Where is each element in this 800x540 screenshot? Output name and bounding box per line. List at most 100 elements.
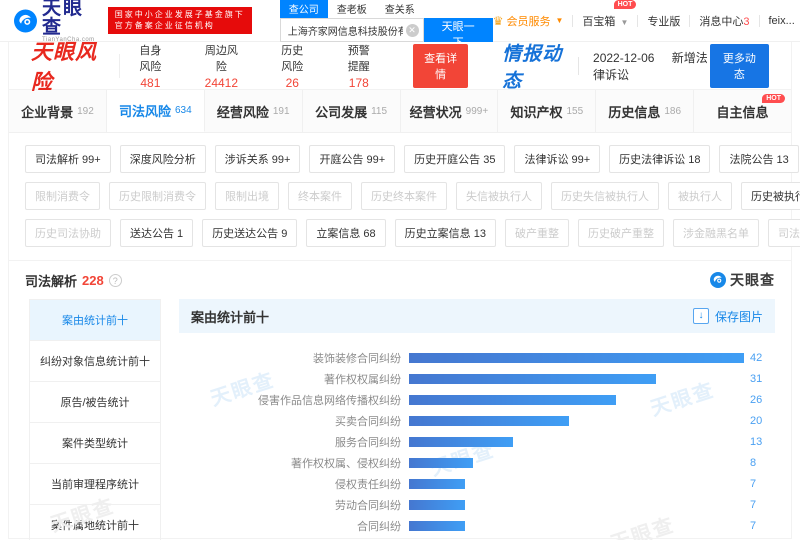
main-tab[interactable]: 企业背景 192	[9, 90, 107, 132]
filter-tag[interactable]: 限制出境	[215, 182, 279, 210]
sidebar-item[interactable]: 案由统计前十	[30, 300, 160, 341]
bar-row: 著作权权属、侵权纠纷 8	[179, 452, 775, 473]
filter-tag[interactable]: 失信被执行人	[456, 182, 542, 210]
filter-tag[interactable]: 历史开庭公告 35	[404, 145, 505, 173]
sidebar-item[interactable]: 原告/被告统计	[30, 382, 160, 423]
bar[interactable]	[409, 500, 465, 510]
tab-count: 634	[175, 105, 192, 116]
filter-tag[interactable]: 深度风险分析	[120, 145, 206, 173]
search-tab[interactable]: 查老板	[328, 0, 376, 18]
chart-title: 案由统计前十	[191, 307, 269, 326]
filter-tag[interactable]: 历史送达公告 9	[202, 219, 297, 247]
bar-row: 劳动合同纠纷 7	[179, 494, 775, 515]
risk-stat-value: 26	[280, 76, 305, 90]
filter-tag[interactable]: 立案信息 68	[306, 219, 385, 247]
news-date: 2022-12-06	[593, 51, 654, 65]
divider	[689, 15, 690, 27]
user-account-link[interactable]: feix... ▼	[769, 15, 800, 27]
risk-stat-label: 自身风险	[138, 42, 163, 74]
main-tab[interactable]: 司法风险 634	[107, 90, 205, 132]
vip-label: 会员服务	[506, 13, 550, 29]
filter-tag[interactable]: 涉金融黑名单	[673, 219, 759, 247]
bar-row: 装饰装修合同纠纷 42	[179, 347, 775, 368]
intel-logo: 情报动态	[502, 39, 564, 93]
bar-value-label: 20	[750, 415, 762, 427]
main-tab[interactable]: 经营风险 191	[205, 90, 303, 132]
message-count-badge: 3	[743, 16, 749, 28]
tianyancha-eye-icon	[14, 8, 37, 34]
filter-tag[interactable]: 限制消费令	[25, 182, 100, 210]
filter-tag-zone: 司法解析 99+ 深度风险分析 涉诉关系 99+ 开庭公告 99+ 历史开庭公告…	[9, 133, 791, 261]
main-tab[interactable]: 知识产权 155	[498, 90, 596, 132]
message-center-link[interactable]: 消息中心3	[699, 13, 749, 29]
filter-tag[interactable]: 法院公告 13	[719, 145, 798, 173]
bar[interactable]	[409, 374, 656, 384]
search-tab[interactable]: 查关系	[376, 0, 424, 18]
badge-line1: 国家中小企业发展子基金旗下	[115, 10, 245, 21]
tab-count: 192	[77, 106, 94, 117]
bar-category-label: 侵权责任纠纷	[179, 476, 409, 492]
bar[interactable]	[409, 416, 569, 426]
bar[interactable]	[409, 521, 465, 531]
filter-tag[interactable]: 法律诉讼 99+	[514, 145, 600, 173]
filter-tag[interactable]: 破产重整	[505, 219, 569, 247]
filter-tag[interactable]: 司法解析 99+	[25, 145, 111, 173]
search-button[interactable]: 天眼一下	[424, 18, 493, 42]
main-tab[interactable]: 自主信息 HOT	[694, 90, 791, 132]
bar[interactable]	[409, 458, 473, 468]
main-tab[interactable]: 历史信息 186	[596, 90, 694, 132]
bar[interactable]	[409, 395, 616, 405]
filter-tag[interactable]: 历史司法协助	[25, 219, 111, 247]
filter-tag[interactable]: 司法拍卖	[768, 219, 800, 247]
main-tab[interactable]: 公司发展 115	[303, 90, 401, 132]
filter-tag[interactable]: 历史法律诉讼 18	[609, 145, 710, 173]
filter-tag[interactable]: 被执行人	[668, 182, 732, 210]
save-image-button[interactable]: ↓ 保存图片	[693, 308, 763, 325]
help-icon[interactable]: ?	[109, 274, 122, 287]
main-tab[interactable]: 经营状况 999+	[401, 90, 499, 132]
risk-stat[interactable]: 周边风险 24412	[205, 42, 238, 90]
pro-version-link[interactable]: 专业版	[647, 13, 680, 29]
filter-tag[interactable]: 历史破产重整	[578, 219, 664, 247]
sidebar-item[interactable]: 纠纷对象信息统计前十	[30, 341, 160, 382]
treasure-box-link[interactable]: HOT 百宝箱 ▼	[582, 13, 628, 29]
risk-summary-bar: 天眼风险 自身风险 481 周边风险 24412 历史风险 26	[9, 42, 791, 90]
sidebar-item[interactable]: 案件属地统计前十	[30, 505, 160, 540]
divider	[759, 15, 760, 27]
bar[interactable]	[409, 353, 744, 363]
search-tab[interactable]: 查公司	[280, 0, 328, 18]
bar[interactable]	[409, 479, 465, 489]
bar-category-label: 合同纠纷	[179, 518, 409, 534]
sidebar-item[interactable]: 当前审理程序统计	[30, 464, 160, 505]
more-updates-button[interactable]: 更多动态	[710, 44, 769, 88]
bar-category-label: 装饰装修合同纠纷	[179, 350, 409, 366]
risk-stat[interactable]: 预警提醒 178	[347, 42, 372, 90]
bar-track	[409, 395, 744, 405]
sidebar-item[interactable]: 案件类型统计	[30, 423, 160, 464]
bar-value-label: 7	[750, 499, 756, 511]
bar[interactable]	[409, 437, 513, 447]
section-title: 司法解析	[25, 271, 77, 290]
clear-search-icon[interactable]: ✕	[406, 24, 419, 37]
messages-label: 消息中心	[699, 16, 743, 28]
search-input[interactable]	[281, 19, 423, 41]
filter-tag[interactable]: 送达公告 1	[120, 219, 193, 247]
divider	[637, 15, 638, 27]
filter-tag[interactable]: 开庭公告 99+	[309, 145, 395, 173]
risk-stat[interactable]: 历史风险 26	[280, 42, 305, 90]
vip-services-link[interactable]: ♛ 会员服务 ▼	[493, 13, 564, 29]
bar-row: 合同纠纷 7	[179, 515, 775, 536]
filter-tag[interactable]: 历史终本案件	[361, 182, 447, 210]
filter-tag[interactable]: 历史失信被执行人	[551, 182, 659, 210]
filter-tag[interactable]: 历史限制消费令	[109, 182, 206, 210]
chevron-down-icon: ▼	[555, 16, 563, 25]
bar-track	[409, 500, 744, 510]
chevron-down-icon: ▼	[620, 18, 628, 27]
view-details-button[interactable]: 查看详情	[413, 44, 468, 88]
filter-tag[interactable]: 终本案件	[288, 182, 352, 210]
filter-tag[interactable]: 历史立案信息 13	[395, 219, 496, 247]
risk-stat[interactable]: 自身风险 481	[138, 42, 163, 90]
divider	[578, 57, 579, 75]
filter-tag[interactable]: 涉诉关系 99+	[215, 145, 301, 173]
filter-tag[interactable]: 历史被执行人 14	[741, 182, 800, 210]
